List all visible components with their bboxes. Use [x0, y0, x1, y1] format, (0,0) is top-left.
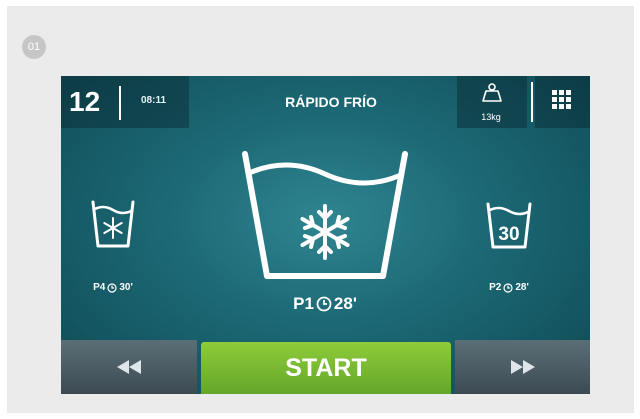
next-program-button[interactable]: [455, 340, 590, 394]
clock-icon: [107, 282, 117, 293]
divider: [531, 82, 533, 122]
load-weight: 13kg: [481, 112, 501, 122]
program-code: P1: [293, 294, 314, 313]
snowflake-icon: [300, 204, 350, 260]
program-center-tub[interactable]: [239, 146, 411, 286]
program-duration: 28': [515, 282, 529, 293]
start-button[interactable]: START: [201, 342, 451, 394]
grid-menu-icon[interactable]: [552, 90, 572, 110]
program-left-label: P4 30': [83, 282, 143, 293]
weight-icon: [482, 83, 502, 102]
program-duration: 28': [333, 294, 357, 313]
rewind-icon: [117, 360, 141, 374]
washer-display: 12 08:11 RÁPIDO FRÍO 13kg P4 30' P1 28' …: [61, 76, 590, 394]
program-number: 12: [69, 86, 101, 117]
program-center-label: P1 28': [275, 294, 375, 314]
clock-icon: [316, 296, 332, 312]
program-code: P4: [93, 282, 106, 293]
clock-time: 08:11: [141, 95, 167, 106]
divider: [119, 86, 121, 120]
program-right-tub[interactable]: 30: [485, 198, 533, 252]
temperature-label: 30: [498, 224, 519, 245]
step-badge: 01: [22, 35, 46, 59]
program-left-tub[interactable]: [90, 196, 136, 251]
program-code: P2: [489, 282, 502, 293]
clock-icon: [503, 282, 513, 293]
program-right-label: P2 28': [479, 282, 539, 293]
bottom-bar: START: [61, 340, 590, 394]
top-bar: 12 08:11 RÁPIDO FRÍO 13kg: [61, 76, 590, 128]
previous-program-button[interactable]: [61, 340, 197, 394]
program-name: RÁPIDO FRÍO: [285, 94, 377, 110]
program-duration: 30': [119, 282, 133, 293]
snowflake-icon: [103, 217, 123, 239]
fast-forward-icon: [510, 360, 535, 374]
